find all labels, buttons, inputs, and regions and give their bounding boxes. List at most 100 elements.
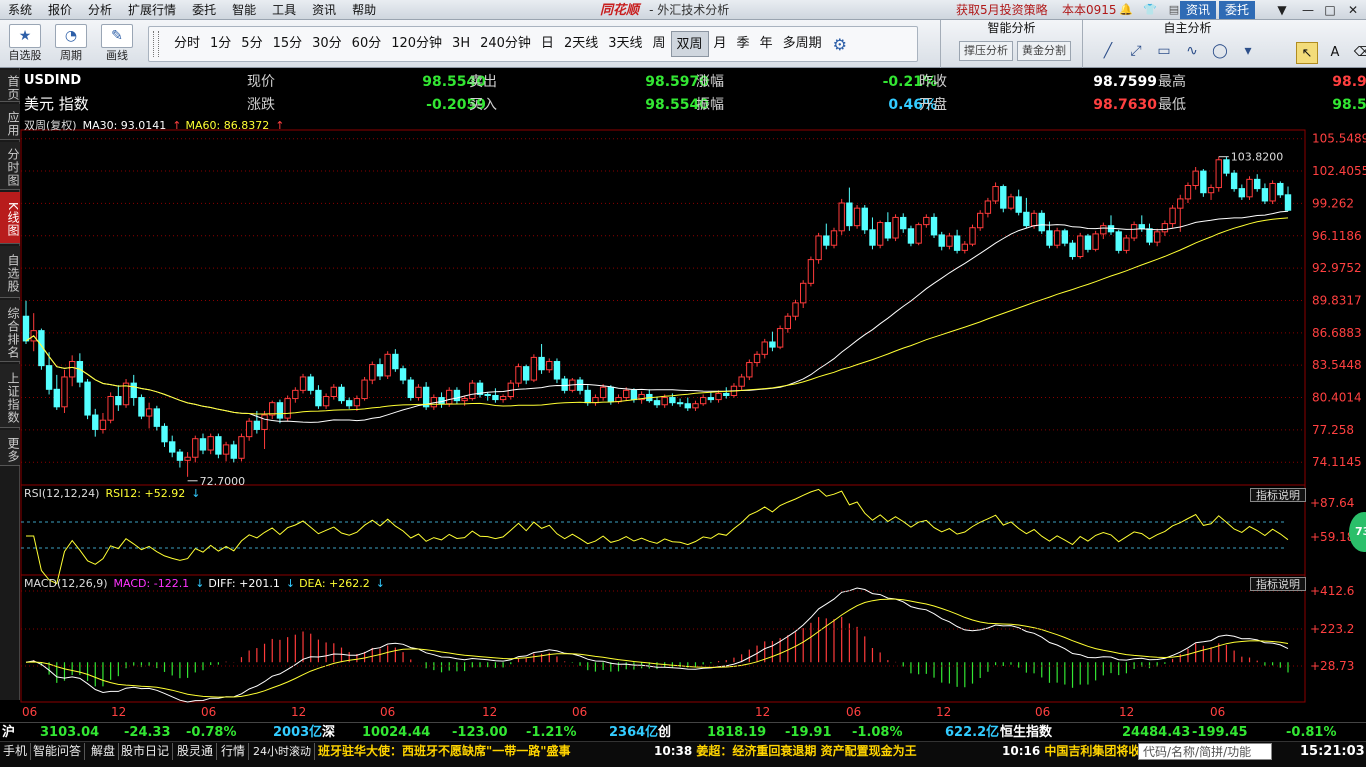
candle-body	[53, 388, 60, 408]
macd-tick-1: +223.2	[1310, 622, 1354, 636]
status-tab-3[interactable]: 股市日记	[118, 743, 174, 760]
x-tick-2: 06	[201, 705, 216, 719]
search-input[interactable]: 代码/名称/简拼/功能	[1138, 743, 1272, 760]
candle-body	[99, 419, 107, 430]
legend-macd-item-1: MACD: -122.1	[113, 577, 190, 590]
legend-macd-item-2: ↓	[195, 577, 205, 590]
ticker-item-5: 深	[322, 725, 336, 740]
candle-body	[930, 216, 938, 236]
candle-body	[522, 366, 530, 381]
candle-body	[192, 438, 199, 458]
x-tick-1: 12	[111, 705, 126, 719]
status-tab-0[interactable]: 手机	[0, 743, 32, 760]
status-tab-2[interactable]: 解盘	[88, 743, 120, 760]
candle-body	[1046, 230, 1053, 246]
candle-body	[138, 397, 145, 417]
candle-body	[145, 408, 153, 417]
candle-body	[1261, 188, 1269, 202]
rsi-tick-1: +59.18	[1310, 530, 1354, 544]
x-tick-0: 06	[22, 705, 37, 719]
candle-body	[661, 397, 668, 406]
candle-body	[530, 356, 538, 381]
legend-price-item-4: ↑	[275, 119, 285, 132]
candle-body	[815, 235, 822, 261]
x-tick-4: 06	[380, 705, 395, 719]
candle-body	[1038, 212, 1045, 232]
candle-body	[592, 397, 599, 404]
app-window: 系统 报价 分析 扩展行情 委托 智能 工具 资讯 帮助 同花顺 - 外汇技术分…	[0, 0, 1366, 767]
news-item-2[interactable]: 10:38 姜超：经济重回衰退期 资产配置现金为王	[654, 743, 917, 760]
candle-body	[830, 230, 838, 246]
price-tick-7: 83.5448	[1312, 358, 1362, 372]
macd-legend: MACD(12,26,9) MACD: -122.1 ↓ DIFF: +201.1 ↓ D…	[24, 577, 389, 590]
candle-body	[876, 222, 884, 246]
price-tick-3: 96.1186	[1312, 229, 1362, 243]
candle-body	[776, 328, 784, 348]
status-tab-4[interactable]: 股灵通	[174, 743, 218, 760]
rsi12-line	[26, 488, 1289, 585]
news-item-3[interactable]: 10:16 中国吉利集团将收购	[1002, 743, 1152, 760]
candle-body	[869, 229, 876, 246]
ticker-item-16: 24484.43	[1122, 725, 1191, 740]
status-tab-1[interactable]: 智能问答	[30, 743, 86, 760]
candle-body	[446, 389, 453, 405]
candle-body	[853, 207, 861, 227]
candle-body	[623, 389, 630, 399]
legend-price-item-1: MA30: 93.0141	[82, 119, 167, 132]
candle-body	[261, 414, 268, 430]
x-tick-12: 06	[1210, 705, 1225, 719]
chart-frame	[20, 129, 1306, 703]
candle-body	[230, 444, 237, 459]
candle-body	[684, 403, 691, 409]
price-tick-10: 74.1145	[1312, 455, 1362, 469]
candle-body	[369, 364, 376, 381]
candle-body	[699, 397, 707, 405]
candle-body	[384, 353, 391, 377]
candle-body	[792, 302, 799, 317]
candle-body	[415, 386, 422, 399]
candle-body	[92, 414, 99, 430]
candle-body	[838, 202, 845, 232]
rsi-indicator-help-button[interactable]: 指标说明	[1250, 488, 1306, 502]
candle-body	[238, 436, 245, 459]
legend-macd-item-4: ↓	[285, 577, 296, 590]
status-tab-5[interactable]: 行情	[218, 743, 250, 760]
status-tab-6[interactable]: 24小时滚动	[250, 743, 315, 760]
ticker-item-8: -1.21%	[526, 725, 577, 740]
candle-body	[1277, 182, 1284, 196]
candle-body	[1123, 237, 1130, 251]
candle-body	[538, 356, 545, 371]
macd-indicator-help-button[interactable]: 指标说明	[1250, 577, 1306, 591]
candle-body	[1100, 225, 1107, 235]
candle-body	[1215, 159, 1222, 189]
candle-body	[553, 361, 561, 380]
legend-rsi-item-0: RSI(12,12,24)	[24, 487, 100, 500]
index-ticker: 沪 3103.04 -24.33 -0.78% 2003亿深 10024.44 -123.0…	[0, 722, 1366, 741]
candle-body	[153, 408, 161, 427]
candle-body	[915, 224, 922, 244]
low-label: 72.7000	[200, 475, 246, 488]
candle-body	[984, 200, 992, 214]
legend-rsi-item-1: RSI12: +52.92	[105, 487, 186, 500]
ticker-item-6: 10024.44	[362, 725, 431, 740]
candle-body	[492, 394, 499, 401]
candle-body	[346, 400, 353, 407]
candle-body	[900, 216, 907, 230]
x-tick-3: 12	[291, 705, 306, 719]
candle-body	[269, 402, 276, 416]
ticker-item-0: 沪	[2, 725, 16, 740]
news-item-1[interactable]: 班牙驻华大使：西班牙不愿缺席"一带一路"盛事	[318, 743, 571, 760]
ticker-item-15: 恒生指数	[1000, 725, 1053, 740]
candle-body	[1030, 212, 1038, 227]
kline-chart[interactable]: 105.5489 102.4055 99.262 96.1186 92.9752 89.8…	[0, 0, 1366, 722]
candle-body	[715, 392, 722, 401]
clock: 15:21:03	[1300, 744, 1365, 759]
candle-body	[392, 353, 399, 370]
price-tick-5: 89.8317	[1312, 293, 1362, 307]
candle-body	[361, 379, 368, 400]
price-tick-0: 105.5489	[1312, 132, 1366, 146]
candle-body	[299, 376, 307, 391]
price-tick-9: 77.258	[1312, 423, 1354, 437]
legend-macd-item-3: DIFF: +201.1	[208, 577, 280, 590]
candle-body	[738, 376, 745, 387]
